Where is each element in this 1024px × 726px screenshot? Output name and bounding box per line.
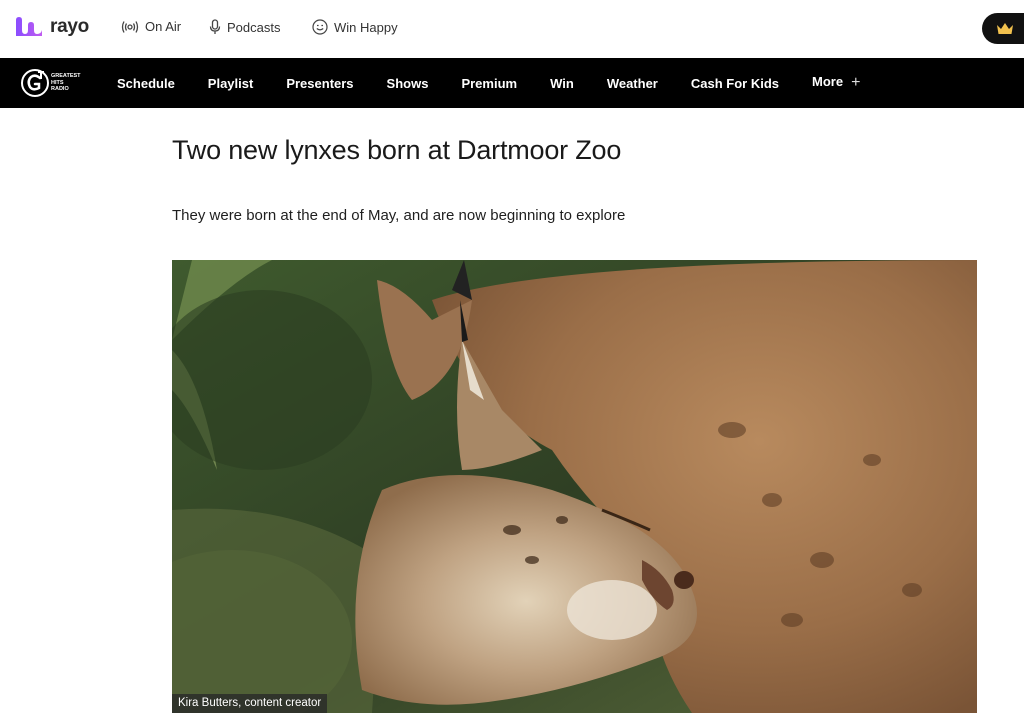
nav-on-air-label: On Air (145, 19, 182, 34)
article-subtitle: They were born at the end of May, and ar… (172, 207, 626, 224)
station-nav-cash-for-kids[interactable]: Cash For Kids (691, 76, 779, 91)
logo-text-line-3: RADIO (51, 86, 69, 92)
station-nav-weather[interactable]: Weather (607, 76, 658, 91)
radio-waves-icon (121, 20, 139, 33)
station-nav-playlist[interactable]: Playlist (208, 76, 254, 91)
station-nav-more[interactable]: More + (812, 74, 860, 92)
station-nav: GREATEST HITS RADIO Schedule Playlist Pr… (0, 58, 1024, 108)
nav-win-happy[interactable]: Win Happy (312, 19, 398, 35)
plus-icon: + (851, 74, 861, 91)
greatest-hits-radio-logo[interactable]: GREATEST HITS RADIO (20, 68, 82, 98)
nav-win-happy-label: Win Happy (334, 19, 398, 35)
lynx-photo (172, 260, 977, 713)
nav-on-air[interactable]: On Air (121, 19, 181, 34)
microphone-icon (209, 19, 221, 34)
article-hero-image[interactable]: Kira Butters, content creator (172, 260, 977, 713)
rayo-logo[interactable]: rayo (14, 16, 89, 38)
nav-podcasts[interactable]: Podcasts (209, 19, 280, 35)
ghr-logo-icon (21, 69, 49, 97)
nav-podcasts-label: Podcasts (227, 19, 281, 35)
rayo-mark-icon (16, 17, 42, 36)
crown-icon (997, 23, 1013, 34)
top-bar: rayo On Air Podcasts Win Happy (0, 0, 1024, 58)
station-nav-win[interactable]: Win (550, 76, 574, 91)
station-nav-premium[interactable]: Premium (461, 76, 517, 91)
station-nav-schedule[interactable]: Schedule (117, 76, 175, 91)
image-caption: Kira Butters, content creator (172, 694, 328, 713)
station-nav-presenters[interactable]: Presenters (286, 76, 353, 91)
brand-name: rayo (50, 16, 89, 37)
premium-button[interactable] (982, 13, 1024, 44)
station-nav-shows[interactable]: Shows (387, 76, 429, 91)
station-nav-more-label: More (812, 74, 844, 89)
article-title: Two new lynxes born at Dartmoor Zoo (172, 135, 622, 165)
smiley-icon (312, 19, 328, 35)
station-nav-items: Schedule Playlist Presenters Shows Premi… (117, 58, 860, 108)
logo-text-line-1: GREATEST (51, 73, 81, 79)
